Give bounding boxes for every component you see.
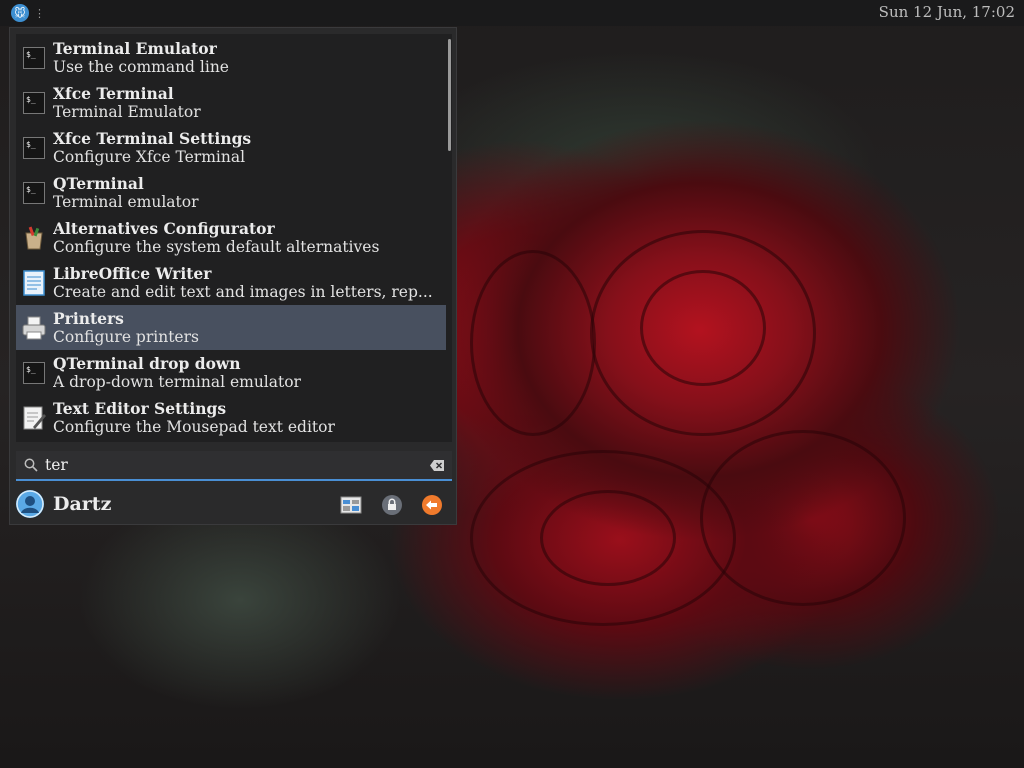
lock-screen-button[interactable]	[381, 494, 403, 516]
whisker-menu: $_ Terminal Emulator Use the command line $…	[9, 27, 457, 525]
log-out-arrow-icon	[422, 495, 442, 515]
user-avatar[interactable]	[16, 490, 44, 518]
lock-icon	[382, 495, 402, 515]
search-result-item[interactable]: LibreOffice Writer Create and edit text a…	[16, 260, 446, 305]
result-subtitle: Configure printers	[53, 327, 199, 346]
search-result-item[interactable]: $_ Terminal Emulator Use the command line	[16, 35, 446, 80]
search-result-item[interactable]: $_ QTerminal drop down A drop-down termina…	[16, 350, 446, 395]
result-title: Xfce Terminal Settings	[53, 128, 252, 148]
search-result-item[interactable]: $_ QTerminal Terminal emulator	[16, 170, 446, 215]
top-panel: 🐭 ⋮ Sun 12 Jun, 17:02	[0, 0, 1024, 26]
result-subtitle: Terminal Emulator	[53, 102, 201, 121]
printer-icon	[21, 315, 47, 341]
results-scrollbar[interactable]	[448, 39, 451, 151]
terminal-icon: $_	[21, 90, 47, 116]
result-subtitle: Create and edit text and images in lette…	[53, 282, 433, 301]
settings-manager-icon	[340, 496, 362, 514]
log-out-button[interactable]	[421, 494, 443, 516]
search-result-item[interactable]: Text Editor Settings Configure the Mousep…	[16, 395, 446, 440]
user-avatar-icon	[16, 490, 44, 518]
panel-handle-icon[interactable]: ⋮	[34, 7, 45, 20]
terminal-icon: $_	[21, 135, 47, 161]
terminal-icon: $_	[21, 360, 47, 386]
terminal-icon: $_	[21, 45, 47, 71]
result-title: Terminal Emulator	[53, 38, 217, 58]
result-subtitle: Use the command line	[53, 57, 229, 76]
panel-clock[interactable]: Sun 12 Jun, 17:02	[879, 3, 1015, 21]
result-title: QTerminal drop down	[53, 353, 241, 373]
search-input[interactable]	[45, 456, 405, 474]
search-result-item[interactable]: Alternatives Configurator Configure the s…	[16, 215, 446, 260]
search-results-list: $_ Terminal Emulator Use the command line $…	[16, 34, 452, 442]
result-title: LibreOffice Writer	[53, 263, 212, 283]
user-name: Dartz	[53, 493, 112, 515]
clear-search-icon[interactable]	[430, 460, 444, 471]
result-title: Xfce Terminal	[53, 83, 174, 103]
xfce-mouse-icon: 🐭	[14, 6, 26, 20]
whisker-menu-button[interactable]: 🐭	[11, 4, 29, 22]
menu-footer: Dartz	[16, 487, 452, 521]
search-result-item[interactable]: $_ Xfce Terminal Terminal Emulator	[16, 80, 446, 125]
rose-petal	[640, 270, 766, 386]
result-subtitle: Terminal emulator	[53, 192, 199, 211]
result-title: QTerminal	[53, 173, 144, 193]
terminal-icon: $_	[21, 180, 47, 206]
writer-document-icon	[21, 269, 47, 296]
search-bar	[16, 451, 452, 481]
result-subtitle: Configure the system default alternative…	[53, 237, 380, 256]
alternatives-icon	[21, 225, 47, 251]
rose-petal	[470, 250, 596, 436]
rose-petal	[700, 430, 906, 606]
result-subtitle: Configure Xfce Terminal	[53, 147, 246, 166]
result-title: Text Editor Settings	[53, 398, 227, 418]
result-subtitle: A drop-down terminal emulator	[53, 372, 301, 391]
rose-petal	[540, 490, 676, 586]
result-title: Alternatives Configurator	[53, 218, 275, 238]
text-editor-icon	[21, 405, 47, 431]
result-title: Printers	[53, 308, 124, 328]
result-subtitle: Configure the Mousepad text editor	[53, 417, 335, 436]
settings-manager-button[interactable]	[340, 494, 362, 516]
search-result-item[interactable]: $_ Xfce Terminal Settings Configure Xfce T…	[16, 125, 446, 170]
search-icon	[24, 458, 38, 472]
search-result-item[interactable]: Printers Configure printers	[16, 305, 446, 350]
